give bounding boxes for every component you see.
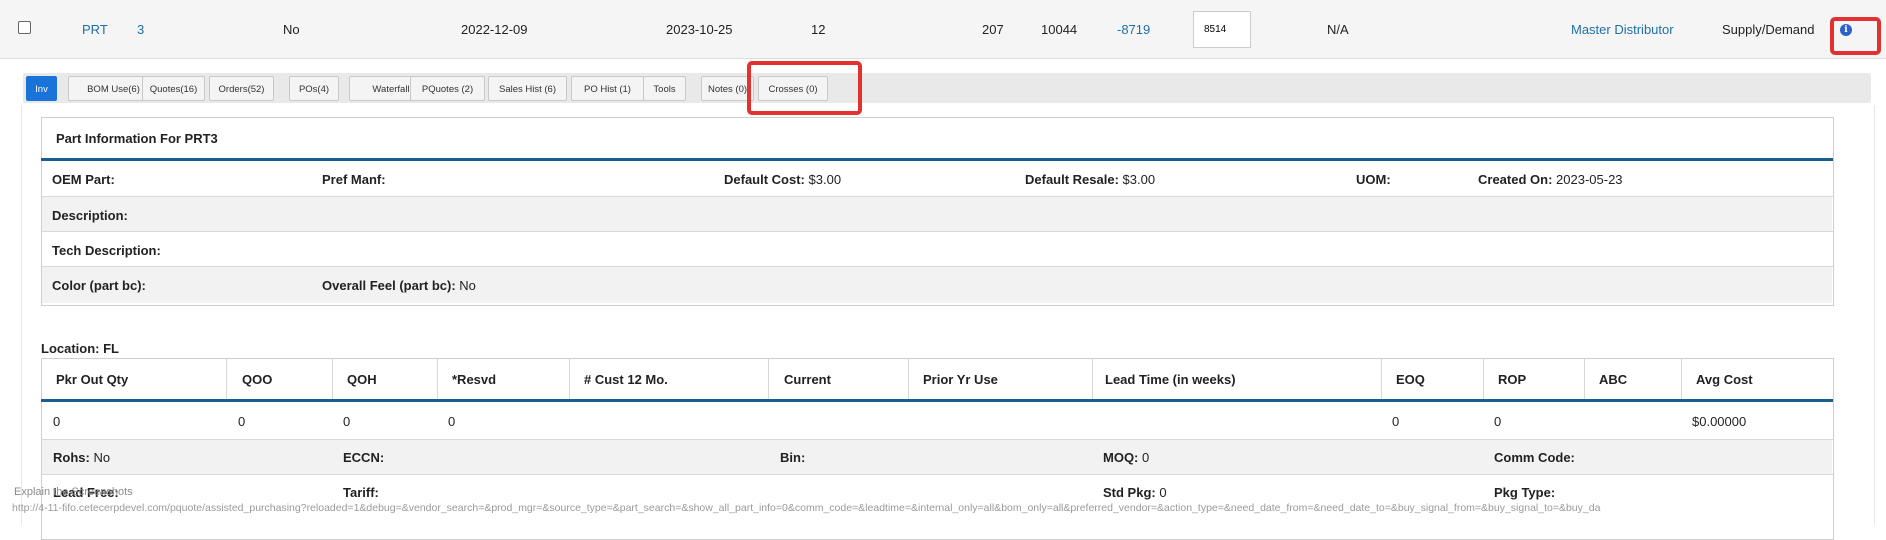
cell-avg-cost: $0.00000 — [1692, 414, 1747, 429]
date-2: 2023-10-25 — [666, 22, 733, 37]
oem-part-label: OEM Part: — [52, 172, 115, 187]
bin-label: Bin: — [780, 450, 806, 465]
part-number-link[interactable]: 3 — [137, 22, 144, 37]
eccn-label: ECCN: — [343, 450, 385, 465]
na-value: N/A — [1327, 22, 1349, 37]
cell-qoo: 0 — [238, 414, 246, 429]
default-cost-label: Default Cost: — [724, 172, 805, 187]
default-resale-value: $3.00 — [1122, 172, 1156, 187]
col-eoq: EOQ — [1396, 372, 1425, 387]
tab-tools[interactable]: Tools — [643, 76, 686, 101]
part-info-title: Part Information For PRT3 — [56, 131, 218, 146]
created-on-value: 2023-05-23 — [1556, 172, 1623, 187]
tab-inv[interactable]: Inv — [26, 76, 57, 101]
tech-description-label: Tech Description: — [52, 243, 161, 258]
default-cost: Default Cost: $3.00 — [724, 172, 841, 187]
std-pkg-value: 0 — [1159, 485, 1167, 500]
table-header-divider — [41, 399, 1833, 402]
std-pkg: Std Pkg: 0 — [1103, 485, 1167, 500]
cell-rop: 0 — [1494, 414, 1502, 429]
tariff-label: Tariff: — [343, 485, 379, 500]
flag-value: No — [283, 22, 300, 37]
default-resale-label: Default Resale: — [1025, 172, 1119, 187]
col-prior-yr-use: Prior Yr Use — [923, 372, 998, 387]
rohs-value: No — [93, 450, 111, 465]
cell-qoh: 0 — [343, 414, 351, 429]
description-label: Description: — [52, 208, 128, 223]
col-lead-time: Lead Time (in weeks) — [1105, 372, 1236, 387]
col-rop: ROP — [1498, 372, 1527, 387]
uom-label: UOM: — [1356, 172, 1391, 187]
created-on-label: Created On: — [1478, 172, 1553, 187]
moq-value: 0 — [1142, 450, 1150, 465]
rohs: Rohs: No — [53, 450, 110, 465]
cell-resvd: 0 — [448, 414, 456, 429]
location-title: Location: FL — [41, 341, 119, 356]
value-10044: 10044 — [1041, 22, 1078, 37]
default-resale: Default Resale: $3.00 — [1025, 172, 1155, 187]
part-row: PRT 3 No 2022-12-09 2023-10-25 12 207 10… — [0, 0, 1886, 59]
cell-eoq: 0 — [1392, 414, 1400, 429]
status-url: http://4-11-fifo.cetecerpdevel.com/pquot… — [12, 502, 1601, 514]
col-cust-12-mo: # Cust 12 Mo. — [584, 372, 668, 387]
value-12: 12 — [811, 22, 826, 37]
tab-po-hist[interactable]: PO Hist (1) — [571, 76, 644, 101]
tab-orders[interactable]: Orders(52) — [209, 76, 274, 101]
tab-sales-hist[interactable]: Sales Hist (6) — [488, 76, 567, 101]
value-207: 207 — [982, 22, 1004, 37]
overall-feel-value: No — [459, 278, 476, 293]
moq-label: MOQ: — [1103, 450, 1139, 465]
pref-manf-label: Pref Manf: — [322, 172, 386, 187]
col-current: Current — [784, 372, 831, 387]
category-value: Supply/Demand — [1722, 22, 1815, 37]
tab-quotes[interactable]: Quotes(16) — [142, 76, 205, 101]
negative-value-link[interactable]: -8719 — [1117, 22, 1150, 37]
tab-strip: Inv BOM Use(6) Quotes(16) Orders(52) POs… — [23, 73, 1871, 103]
default-cost-value: $3.00 — [808, 172, 842, 187]
tab-pos[interactable]: POs(4) — [289, 76, 339, 101]
quantity-input[interactable] — [1193, 11, 1251, 48]
std-pkg-label: Std Pkg: — [1103, 485, 1156, 500]
overlay-caption: Explain the Screenshots — [14, 486, 133, 498]
col-qoh: QOH — [347, 372, 377, 387]
cell-pkr-out-qty: 0 — [53, 414, 61, 429]
created-on: Created On: 2023-05-23 — [1478, 172, 1623, 187]
col-qoo: QOO — [242, 372, 273, 387]
part-prefix-link[interactable]: PRT — [82, 22, 108, 37]
overall-feel-label: Overall Feel (part bc): — [322, 278, 456, 293]
comm-code-label: Comm Code: — [1494, 450, 1575, 465]
pkg-type-label: Pkg Type: — [1494, 485, 1556, 500]
panel-divider — [41, 158, 1833, 161]
col-abc: ABC — [1599, 372, 1628, 387]
tab-pquotes[interactable]: PQuotes (2) — [410, 76, 485, 101]
moq: MOQ: 0 — [1103, 450, 1149, 465]
date-1: 2022-12-09 — [461, 22, 528, 37]
row-checkbox[interactable] — [18, 21, 31, 34]
col-pkr-out-qty: Pkr Out Qty — [56, 372, 129, 387]
col-resvd: *Resvd — [452, 372, 497, 387]
color-label: Color (part bc): — [52, 278, 146, 293]
overall-feel: Overall Feel (part bc): No — [322, 278, 476, 293]
rohs-label: Rohs: — [53, 450, 90, 465]
supplier-link[interactable]: Master Distributor — [1571, 22, 1674, 37]
col-avg-cost: Avg Cost — [1696, 372, 1753, 387]
highlight-box-info — [1830, 17, 1881, 55]
